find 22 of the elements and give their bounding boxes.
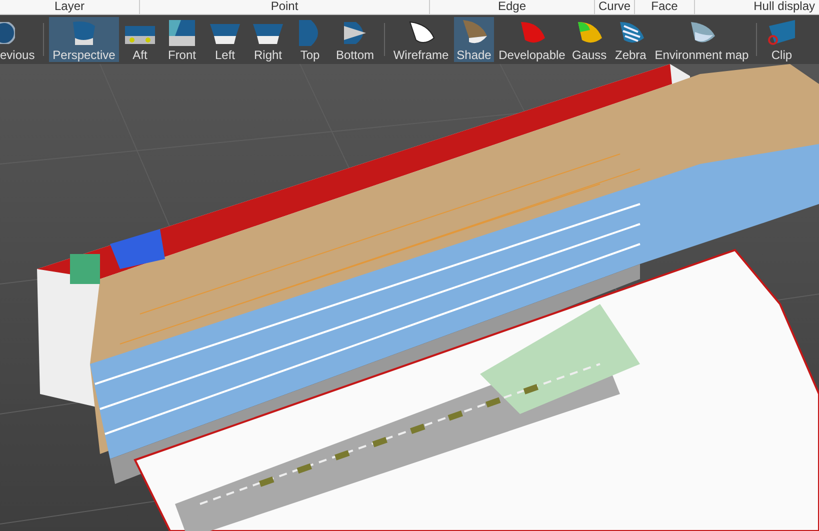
view-button[interactable]: Aft (121, 17, 159, 62)
view-button[interactable]: Left (205, 17, 245, 62)
ribbon-group-label: Layer (0, 0, 140, 14)
ribbon-group-label: Point (140, 0, 430, 14)
view-button[interactable]: Right (247, 17, 289, 62)
view-button[interactable]: Perspective (49, 17, 119, 62)
view-button[interactable]: Clip (762, 17, 802, 62)
view-button[interactable]: Top (291, 17, 329, 62)
ribbon-group-label: Hull display (752, 0, 816, 14)
view-button[interactable]: Wireframe (390, 17, 452, 62)
view-button[interactable]: Zebra (610, 17, 651, 62)
view-button[interactable]: Bottom (331, 17, 379, 62)
view-button[interactable]: evious (0, 17, 38, 62)
view-button[interactable]: Developable (496, 17, 568, 62)
round-icon (0, 22, 15, 44)
view-button[interactable]: Front (161, 17, 203, 62)
ribbon-group-label: Edge (430, 0, 595, 14)
view-button[interactable]: Shade (454, 17, 494, 62)
view-button[interactable]: Gauss (570, 17, 609, 62)
ribbon-group-label: Curve (595, 0, 635, 14)
ribbon-group-label: Face (635, 0, 695, 14)
view-button[interactable]: Environment map (652, 17, 751, 62)
